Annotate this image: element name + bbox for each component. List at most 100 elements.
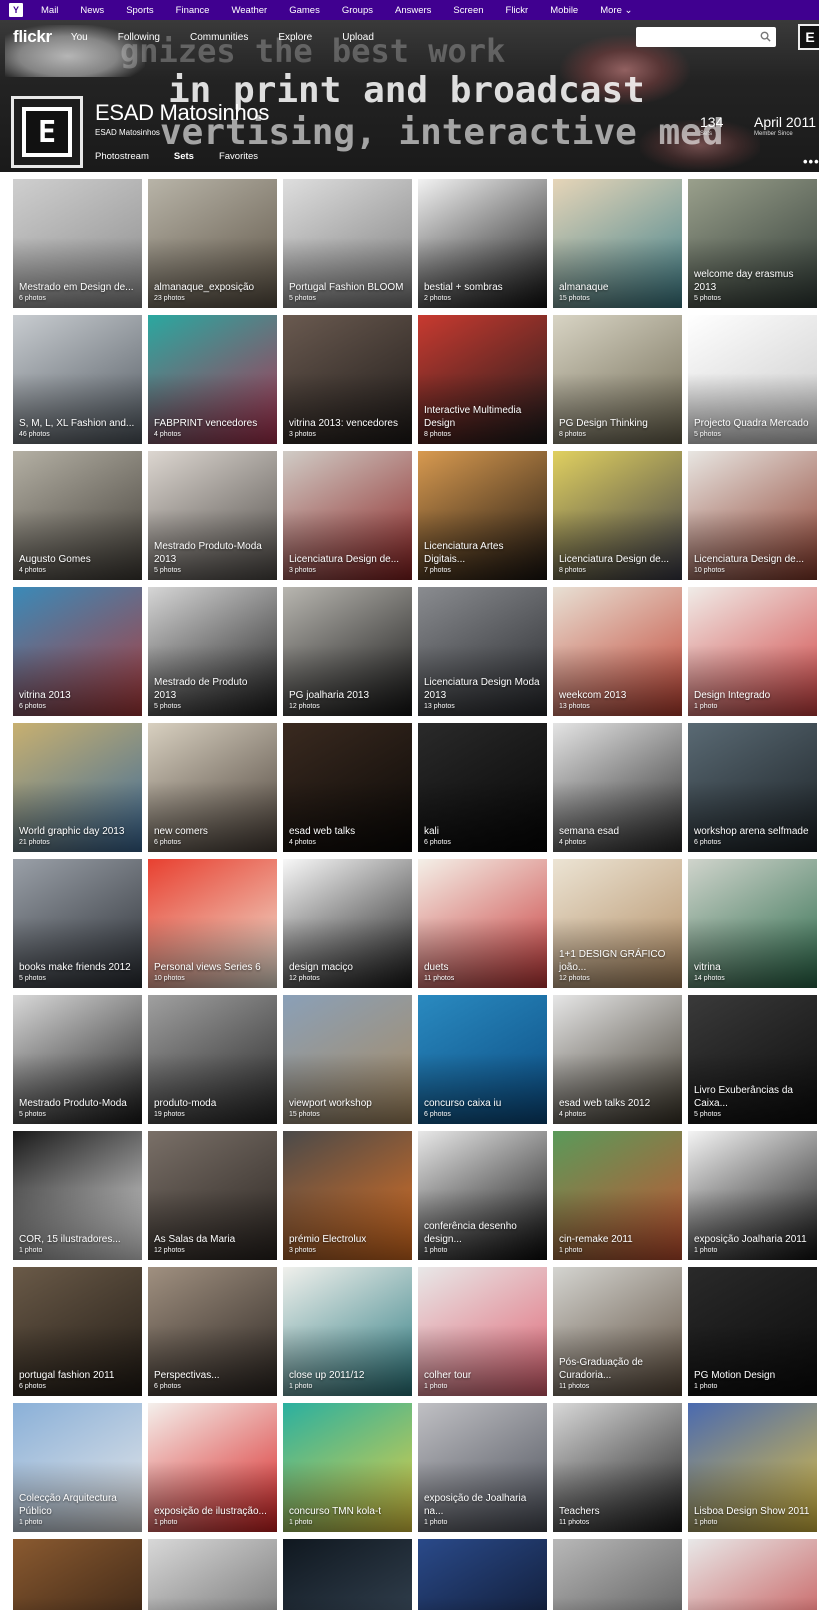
set-tile[interactable]: Personal views Series 6 10 photos — [148, 859, 277, 988]
profile-avatar[interactable]: E — [11, 96, 83, 168]
yahoo-link-flickr[interactable]: Flickr — [506, 5, 529, 16]
tab-sets[interactable]: Sets — [174, 151, 194, 162]
yahoo-link-screen[interactable]: Screen — [453, 5, 483, 16]
yahoo-link-news[interactable]: News — [80, 5, 104, 16]
set-tile[interactable]: 1+1 DESIGN GRÁFICO joão... 12 photos — [553, 859, 682, 988]
set-tile[interactable]: Lisboa Design Show 2011 1 photo — [688, 1403, 817, 1532]
set-tile[interactable] — [283, 1539, 412, 1610]
set-tile[interactable]: Interactive Multimedia Design 8 photos — [418, 315, 547, 444]
set-tile[interactable]: colher tour 1 photo — [418, 1267, 547, 1396]
yahoo-link-mobile[interactable]: Mobile — [550, 5, 578, 16]
set-tile[interactable]: exposição Joalharia 2011 1 photo — [688, 1131, 817, 1260]
set-tile[interactable]: Teachers 11 photos — [553, 1403, 682, 1532]
search-icon[interactable] — [760, 31, 771, 42]
set-title: exposição de ilustração... — [154, 1506, 267, 1517]
set-tile[interactable]: workshop arena selfmade 6 photos — [688, 723, 817, 852]
set-tile[interactable]: Mestrado Produto-Moda 2013 5 photos — [148, 451, 277, 580]
yahoo-link-finance[interactable]: Finance — [176, 5, 210, 16]
set-tile[interactable] — [688, 1539, 817, 1610]
set-tile[interactable]: As Salas da Maria 12 photos — [148, 1131, 277, 1260]
set-tile[interactable]: World graphic day 2013 21 photos — [13, 723, 142, 852]
set-tile[interactable]: Licenciatura Design Moda 2013 13 photos — [418, 587, 547, 716]
nav-communities[interactable]: Communities — [190, 32, 248, 43]
set-tile[interactable]: Design Integrado 1 photo — [688, 587, 817, 716]
set-tile[interactable]: bestial + sombras 2 photos — [418, 179, 547, 308]
set-tile[interactable]: Pós-Graduação de Curadoria... 11 photos — [553, 1267, 682, 1396]
set-tile[interactable]: COR, 15 ilustradores... 1 photo — [13, 1131, 142, 1260]
set-tile[interactable]: vitrina 14 photos — [688, 859, 817, 988]
set-tile[interactable]: PG Design Thinking 8 photos — [553, 315, 682, 444]
user-avatar[interactable]: E — [798, 24, 819, 50]
set-tile[interactable] — [13, 1539, 142, 1610]
tab-favorites[interactable]: Favorites — [219, 151, 258, 162]
set-tile[interactable]: cin-remake 2011 1 photo — [553, 1131, 682, 1260]
set-tile[interactable] — [553, 1539, 682, 1610]
set-photo-count: 1 photo — [289, 1519, 313, 1526]
set-tile[interactable]: prémio Electrolux 3 photos — [283, 1131, 412, 1260]
set-tile[interactable]: Licenciatura Design de... 3 photos — [283, 451, 412, 580]
set-tile[interactable]: portugal fashion 2011 6 photos — [13, 1267, 142, 1396]
flickr-logo[interactable]: flickr — [13, 27, 52, 47]
set-tile[interactable]: almanaque_exposição 23 photos — [148, 179, 277, 308]
set-tile[interactable]: produto-moda 19 photos — [148, 995, 277, 1124]
tab-photostream[interactable]: Photostream — [95, 151, 149, 162]
set-tile[interactable]: exposição de ilustração... 1 photo — [148, 1403, 277, 1532]
set-tile[interactable]: design maciço 12 photos — [283, 859, 412, 988]
set-tile[interactable]: semana esad 4 photos — [553, 723, 682, 852]
set-tile[interactable] — [418, 1539, 547, 1610]
set-tile[interactable]: Mestrado Produto-Moda 5 photos — [13, 995, 142, 1124]
yahoo-link-groups[interactable]: Groups — [342, 5, 373, 16]
nav-upload[interactable]: Upload — [342, 32, 374, 43]
set-tile[interactable]: Projecto Quadra Mercado 5 photos — [688, 315, 817, 444]
yahoo-link-weather[interactable]: Weather — [231, 5, 267, 16]
set-tile[interactable]: FABPRINT vencedores 4 photos — [148, 315, 277, 444]
yahoo-link-games[interactable]: Games — [289, 5, 320, 16]
set-tile[interactable]: concurso caixa iu 6 photos — [418, 995, 547, 1124]
set-tile[interactable]: almanaque 15 photos — [553, 179, 682, 308]
set-tile[interactable]: vitrina 2013 6 photos — [13, 587, 142, 716]
yahoo-link-sports[interactable]: Sports — [126, 5, 153, 16]
nav-you[interactable]: You — [71, 32, 88, 43]
set-tile[interactable]: conferência desenho design... 1 photo — [418, 1131, 547, 1260]
set-photo-count: 4 photos — [19, 567, 46, 574]
set-tile[interactable]: esad web talks 2012 4 photos — [553, 995, 682, 1124]
nav-following[interactable]: Following — [118, 32, 160, 43]
set-tile[interactable]: Livro Exuberâncias da Caixa... 5 photos — [688, 995, 817, 1124]
yahoo-link-more[interactable]: More ⌄ — [600, 5, 632, 16]
set-tile[interactable]: weekcom 2013 13 photos — [553, 587, 682, 716]
set-tile[interactable]: concurso TMN kola-t 1 photo — [283, 1403, 412, 1532]
set-tile[interactable]: close up 2011/12 1 photo — [283, 1267, 412, 1396]
set-caption: concurso caixa iu 6 photos — [424, 1097, 541, 1120]
set-tile[interactable]: esad web talks 4 photos — [283, 723, 412, 852]
more-options-icon[interactable]: ••• — [803, 154, 819, 169]
set-tile[interactable]: books make friends 2012 5 photos — [13, 859, 142, 988]
yahoo-link-answers[interactable]: Answers — [395, 5, 431, 16]
set-tile[interactable]: Licenciatura Artes Digitais... 7 photos — [418, 451, 547, 580]
set-tile[interactable]: Augusto Gomes 4 photos — [13, 451, 142, 580]
set-tile[interactable]: kali 6 photos — [418, 723, 547, 852]
set-tile[interactable]: exposição de Joalharia na... 1 photo — [418, 1403, 547, 1532]
set-tile[interactable]: vitrina 2013: vencedores 3 photos — [283, 315, 412, 444]
set-tile[interactable]: Mestrado de Produto 2013 5 photos — [148, 587, 277, 716]
set-tile[interactable]: duets 11 photos — [418, 859, 547, 988]
set-tile[interactable]: S, M, L, XL Fashion and... 46 photos — [13, 315, 142, 444]
set-tile[interactable]: Licenciatura Design de... 8 photos — [553, 451, 682, 580]
set-tile[interactable]: Mestrado em Design de... 6 photos — [13, 179, 142, 308]
set-tile[interactable]: PG joalharia 2013 12 photos — [283, 587, 412, 716]
yahoo-logo-icon[interactable]: Y — [9, 3, 23, 17]
set-tile[interactable]: Colecção Arquitectura Público 1 photo — [13, 1403, 142, 1532]
set-tile[interactable] — [148, 1539, 277, 1610]
yahoo-link-mail[interactable]: Mail — [41, 5, 58, 16]
set-title: concurso caixa iu — [424, 1098, 502, 1109]
set-tile[interactable]: PG Motion Design 1 photo — [688, 1267, 817, 1396]
set-caption: Mestrado Produto-Moda 5 photos — [19, 1097, 136, 1120]
set-caption: Portugal Fashion BLOOM 5 photos — [289, 281, 406, 304]
set-tile[interactable]: Licenciatura Design de... 10 photos — [688, 451, 817, 580]
set-tile[interactable]: Portugal Fashion BLOOM 5 photos — [283, 179, 412, 308]
set-tile[interactable]: new comers 6 photos — [148, 723, 277, 852]
search-input[interactable] — [636, 27, 776, 47]
nav-explore[interactable]: Explore — [278, 32, 312, 43]
set-tile[interactable]: Perspectivas... 6 photos — [148, 1267, 277, 1396]
set-tile[interactable]: welcome day erasmus 2013 5 photos — [688, 179, 817, 308]
set-tile[interactable]: viewport workshop 15 photos — [283, 995, 412, 1124]
